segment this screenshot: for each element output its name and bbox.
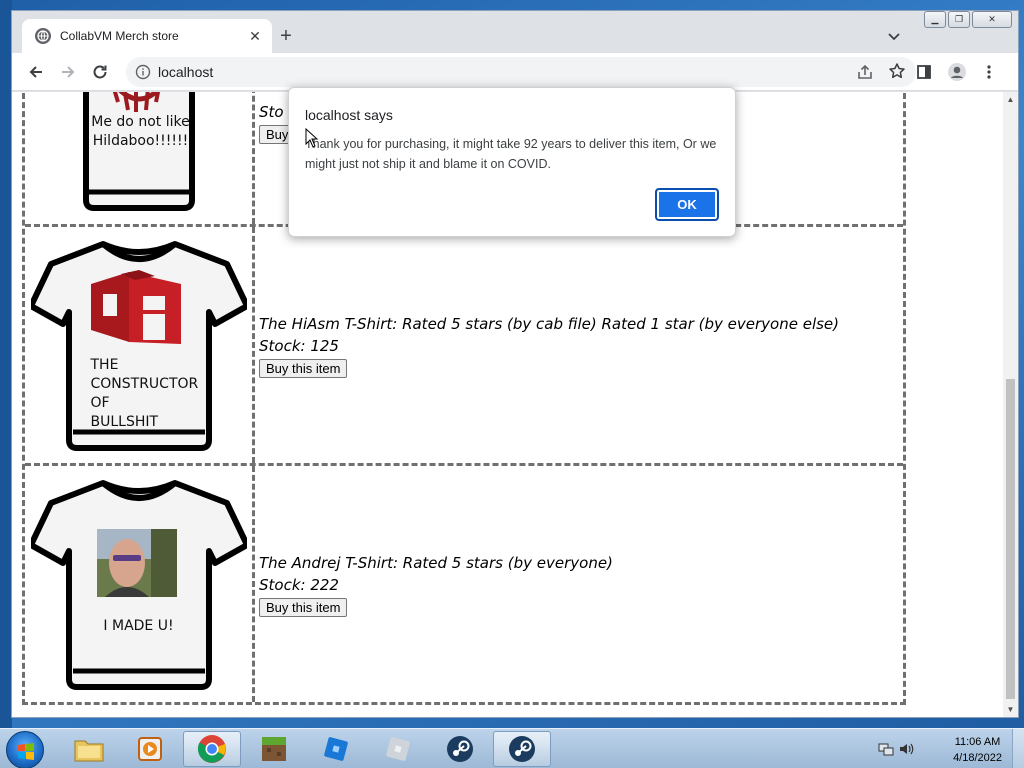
media-player-icon	[138, 737, 162, 761]
buy-button[interactable]: Buy this item	[259, 597, 348, 617]
system-tray: 11:06 AM 4/18/2022	[874, 729, 1024, 768]
steam-icon	[447, 736, 473, 762]
product-row: I MADE U! The Andrej T-Shirt: Rated 5 st…	[25, 466, 903, 702]
taskbar-explorer[interactable]	[60, 731, 118, 767]
taskbar-steam-window[interactable]	[493, 731, 551, 767]
forward-arrow-icon[interactable]	[56, 60, 80, 84]
shirt-caption-line: THE	[90, 357, 119, 373]
page-scrollbar[interactable]: ▲ ▼	[1003, 92, 1018, 717]
taskbar: 11:06 AM 4/18/2022	[0, 728, 1024, 768]
taskbar-minecraft[interactable]	[245, 731, 303, 767]
product-row: THE CONSTRUCTOR OF BULLSHIT The HiAsm T-…	[25, 227, 903, 466]
alert-ok-button[interactable]: OK	[655, 188, 719, 221]
taskbar-roblox[interactable]	[307, 731, 365, 767]
tab-close-icon[interactable]: ✕	[246, 27, 264, 45]
tab-search-chevron-icon[interactable]	[885, 27, 903, 45]
site-info-icon[interactable]	[135, 64, 151, 80]
address-bar[interactable]: localhost	[126, 57, 916, 87]
steam-icon	[509, 736, 535, 762]
close-window-button[interactable]: ✕	[972, 11, 1012, 28]
start-button[interactable]	[6, 731, 44, 768]
product-info-cell: The HiAsm T-Shirt: Rated 5 stars (by cab…	[255, 227, 903, 463]
buy-button[interactable]: Buy this item	[259, 358, 348, 378]
profile-avatar-icon[interactable]	[945, 60, 969, 84]
scroll-up-icon[interactable]: ▲	[1006, 95, 1015, 104]
clock-time: 11:06 AM	[954, 736, 1001, 748]
hiasm-cube-logo	[90, 270, 181, 344]
reload-icon[interactable]	[88, 60, 112, 84]
clock[interactable]: 11:06 AM 4/18/2022	[953, 734, 1002, 766]
chrome-icon	[197, 735, 226, 763]
shirt-caption-line: OF	[90, 395, 110, 411]
folder-icon	[74, 740, 104, 762]
taskbar-chrome[interactable]	[183, 731, 241, 767]
menu-kebab-icon[interactable]	[977, 60, 1001, 84]
andrej-shirt-image: I MADE U!	[30, 473, 247, 695]
portrait-photo	[96, 529, 177, 597]
windows-logo-icon	[18, 743, 34, 760]
url-text: localhost	[158, 64, 214, 80]
clock-date: 4/18/2022	[953, 752, 1002, 764]
alert-title: localhost says	[305, 107, 393, 123]
scroll-down-icon[interactable]: ▼	[1006, 705, 1015, 714]
volume-icon[interactable]	[898, 741, 914, 762]
shirt-caption-line: I MADE U!	[103, 618, 174, 634]
taskbar-roblox-studio[interactable]	[369, 731, 427, 767]
shirt-caption-line: CONSTRUCTOR	[90, 376, 199, 392]
product-image-cell: THE CONSTRUCTOR OF BULLSHIT	[25, 227, 255, 463]
product-info-cell: The Andrej T-Shirt: Rated 5 stars (by ev…	[255, 466, 903, 702]
minimize-button[interactable]: ▁	[924, 11, 946, 28]
side-panel-icon[interactable]	[912, 60, 936, 84]
product-stock: Stock: 125	[259, 336, 339, 355]
bookmark-star-icon[interactable]	[888, 62, 906, 85]
network-icon[interactable]	[878, 741, 894, 762]
browser-toolbar: localhost	[12, 53, 1018, 91]
tab-title: CollabVM Merch store	[60, 29, 179, 43]
shirt-caption-line: Hildaboo!!!!!!	[92, 133, 189, 149]
back-arrow-icon[interactable]	[24, 60, 48, 84]
share-icon[interactable]	[856, 63, 874, 86]
product-stock: Stock: 222	[259, 575, 339, 594]
taskbar-media-player[interactable]	[121, 731, 179, 767]
tab-collabvm-merch[interactable]: CollabVM Merch store ✕	[22, 19, 272, 53]
shirt-caption-line: Me do not like	[91, 114, 190, 130]
globe-icon	[35, 28, 51, 44]
show-desktop-button[interactable]	[1012, 729, 1024, 768]
roblox-icon	[324, 737, 348, 761]
alert-message: Thank you for purchasing, it might take …	[305, 137, 717, 171]
tab-strip: CollabVM Merch store ✕ + ▁ ❐ ✕	[12, 11, 1018, 53]
hildaboo-shirt-image: Me do not like Hildaboo!!!!!!	[74, 92, 204, 220]
product-image-cell: Me do not like Hildaboo!!!!!!	[25, 92, 255, 224]
hiasm-shirt-image: THE CONSTRUCTOR OF BULLSHIT	[30, 234, 247, 456]
scrollbar-thumb[interactable]	[1006, 379, 1015, 699]
product-title: The Andrej T-Shirt: Rated 5 stars (by ev…	[259, 553, 613, 572]
taskbar-steam[interactable]	[431, 731, 489, 767]
shirt-caption-line: BULLSHIT	[90, 414, 159, 430]
window-controls: ▁ ❐ ✕	[924, 11, 1012, 28]
product-title: The HiAsm T-Shirt: Rated 5 stars (by cab…	[259, 314, 840, 333]
maximize-button[interactable]: ❐	[948, 11, 970, 28]
minecraft-icon	[262, 737, 286, 761]
new-tab-button[interactable]: +	[275, 25, 297, 47]
roblox-studio-icon	[386, 737, 410, 761]
mouse-cursor-icon	[305, 128, 319, 148]
alert-dialog: localhost says Thank you for purchasing,…	[288, 87, 736, 237]
product-image-cell: I MADE U!	[25, 466, 255, 702]
